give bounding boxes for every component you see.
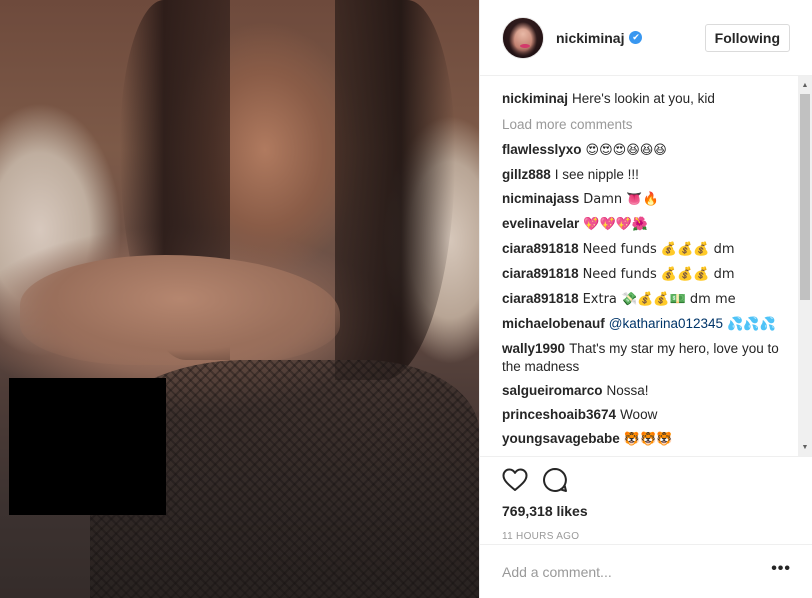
likes-count[interactable]: 769,318 likes	[502, 503, 791, 519]
post-photo[interactable]	[0, 0, 479, 598]
comment-text: 🐯🐯🐯	[623, 432, 673, 447]
heart-icon[interactable]	[502, 467, 528, 493]
header-username[interactable]: nickiminaj	[556, 30, 624, 46]
comment-icon[interactable]	[542, 467, 568, 493]
comments-scrollbar[interactable]: ▲ ▼	[798, 76, 812, 456]
more-options-icon[interactable]: •••	[771, 560, 791, 578]
comment-item: michaelobenauf @katharina012345 💦💦💦	[502, 315, 779, 334]
comment-username[interactable]: youngsavagebabe	[502, 431, 620, 446]
add-comment-bar: •••	[480, 544, 812, 598]
following-button[interactable]: Following	[704, 23, 790, 52]
comment-text: Damn 👅🔥	[583, 192, 659, 207]
comment-item: princeshoaib3674 Woow	[502, 406, 779, 424]
comment-item: gillz888 I see nipple !!!	[502, 166, 779, 184]
comment-username[interactable]: michaelobenauf	[502, 316, 605, 331]
comment-text: Need funds 💰💰💰 dm	[582, 242, 735, 257]
verified-badge-icon: ✔	[629, 31, 643, 44]
scroll-down-arrow-icon[interactable]: ▼	[798, 440, 812, 454]
action-icons	[502, 465, 791, 495]
comment-text: I see nipple !!!	[554, 167, 639, 182]
caption-text: Here's lookin at you, kid	[572, 91, 715, 106]
avatar[interactable]	[502, 16, 544, 59]
instagram-post: nickiminaj ✔ Following nickiminaj Here's …	[0, 0, 812, 598]
photo-hand	[20, 255, 340, 365]
comment-username[interactable]: gillz888	[502, 167, 551, 182]
caption-username[interactable]: nickiminaj	[502, 91, 568, 106]
comment-item: ciara891818 Need funds 💰💰💰 dm	[502, 265, 779, 284]
avatar-hair	[503, 17, 543, 58]
avatar-lips	[520, 43, 530, 48]
censor-block	[9, 378, 166, 515]
scroll-up-arrow-icon[interactable]: ▲	[798, 78, 812, 92]
comment-item: ciara891818 Extra 💸💰💰💵 dm me	[502, 290, 779, 309]
comment-text: 💖💖💖🌺	[583, 217, 649, 232]
add-comment-input[interactable]	[502, 563, 772, 580]
post-sidebar: nickiminaj ✔ Following nickiminaj Here's …	[479, 0, 812, 598]
comment-item: evelinavelar 💖💖💖🌺	[502, 215, 779, 234]
comment-username[interactable]: ciara891818	[502, 241, 579, 256]
load-more-comments-link[interactable]: Load more comments	[502, 116, 779, 134]
comment-username[interactable]: nicminajass	[502, 191, 579, 206]
scrollbar-thumb[interactable]	[800, 94, 810, 300]
comment-item: flawlesslyxo 😍😍😍😆😆😆	[502, 141, 779, 160]
comment-item: salgueiromarco Nossa!	[502, 382, 779, 400]
comment-mention[interactable]: @katharina012345	[609, 316, 723, 331]
comment-username[interactable]: princeshoaib3674	[502, 407, 616, 422]
comment-username[interactable]: flawlesslyxo	[502, 142, 582, 157]
caption: nickiminaj Here's lookin at you, kid	[502, 90, 779, 108]
comment-text: Extra 💸💰💰💵 dm me	[582, 292, 736, 307]
comment-text: Need funds 💰💰💰 dm	[582, 267, 735, 282]
comment-username[interactable]: ciara891818	[502, 266, 579, 281]
post-header: nickiminaj ✔ Following	[480, 0, 812, 76]
post-actions: 769,318 likes 11 HOURS AGO	[480, 456, 812, 542]
comment-item: ciara891818 Need funds 💰💰💰 dm	[502, 240, 779, 259]
comment-item: youngsavagebabe 🐯🐯🐯	[502, 430, 779, 449]
comment-text: Nossa!	[606, 383, 649, 398]
comment-item: nicminajass Damn 👅🔥	[502, 190, 779, 209]
comment-item: wally1990 That's my star my hero, love yo…	[502, 340, 779, 376]
photo-hair-right	[335, 0, 455, 380]
comment-text: 💦💦💦	[723, 317, 776, 332]
comment-username[interactable]: ciara891818	[502, 291, 579, 306]
comment-text: 😍😍😍😆😆😆	[585, 143, 667, 158]
comment-text: Woow	[620, 407, 658, 422]
comment-username[interactable]: evelinavelar	[502, 216, 579, 231]
comments-list[interactable]: nickiminaj Here's lookin at you, kid Load…	[480, 76, 812, 456]
post-timestamp[interactable]: 11 HOURS AGO	[502, 531, 791, 542]
comment-username[interactable]: wally1990	[502, 341, 565, 356]
comment-username[interactable]: salgueiromarco	[502, 383, 603, 398]
